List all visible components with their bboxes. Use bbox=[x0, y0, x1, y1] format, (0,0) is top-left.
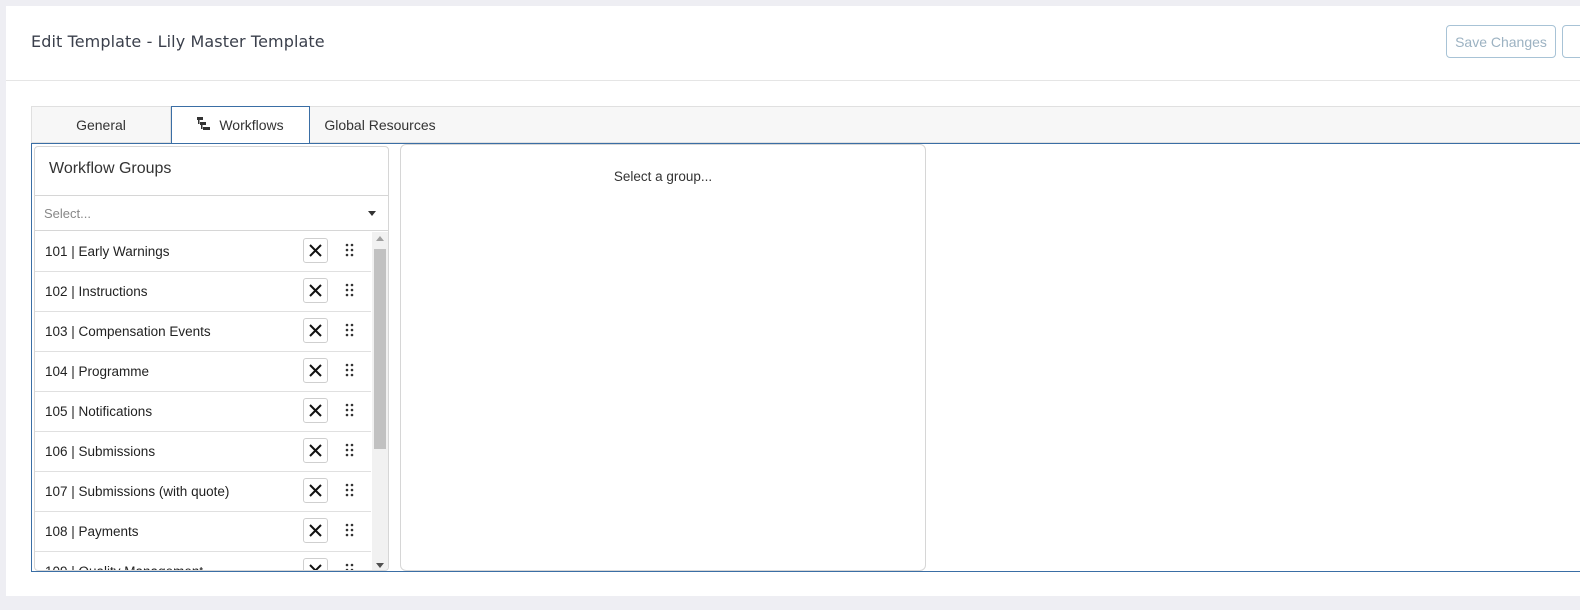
drag-handle-icon[interactable] bbox=[345, 523, 355, 537]
scroll-thumb[interactable] bbox=[374, 249, 386, 449]
close-icon bbox=[309, 444, 322, 457]
drag-handle-icon[interactable] bbox=[345, 563, 355, 570]
remove-group-button[interactable] bbox=[303, 238, 328, 263]
select-group-placeholder: Select a group... bbox=[613, 169, 713, 184]
tab-general-label: General bbox=[76, 117, 126, 133]
workflow-group-label: 105 | Notifications bbox=[45, 404, 153, 419]
remove-group-button[interactable] bbox=[303, 318, 328, 343]
drag-handle-icon[interactable] bbox=[345, 283, 355, 297]
close-icon bbox=[309, 244, 322, 257]
group-detail-panel: Select a group... bbox=[400, 144, 926, 571]
list-item[interactable]: 106 | Submissions bbox=[35, 432, 371, 472]
tab-workflows[interactable]: Workflows bbox=[171, 106, 310, 144]
caret-down-icon[interactable] bbox=[368, 211, 376, 216]
select-placeholder: Select... bbox=[44, 206, 91, 221]
workflow-group-label: 102 | Instructions bbox=[45, 284, 148, 299]
workflow-group-list: 101 | Early Warnings 102 | Instructions 10… bbox=[35, 232, 371, 570]
tab-general[interactable]: General bbox=[32, 107, 171, 144]
list-item[interactable]: 107 | Submissions (with quote) bbox=[35, 472, 371, 512]
edit-template-card: Edit Template - Lily Master Template Sav… bbox=[6, 6, 1580, 596]
drag-handle-icon[interactable] bbox=[345, 243, 355, 257]
drag-handle-icon[interactable] bbox=[345, 483, 355, 497]
tab-global-resources-label: Global Resources bbox=[324, 117, 436, 133]
scroll-up-arrow-icon[interactable] bbox=[376, 236, 384, 241]
list-item[interactable]: 103 | Compensation Events bbox=[35, 312, 371, 352]
workflow-group-select[interactable]: Select... bbox=[35, 195, 388, 231]
remove-group-button[interactable] bbox=[303, 398, 328, 423]
page-header: Edit Template - Lily Master Template Sav… bbox=[6, 6, 1580, 81]
drag-handle-icon[interactable] bbox=[345, 363, 355, 377]
remove-group-button[interactable] bbox=[303, 518, 328, 543]
drag-handle-icon[interactable] bbox=[345, 443, 355, 457]
workflow-groups-panel: Workflow Groups Select... 101 | Early Wa… bbox=[34, 146, 389, 571]
workflow-group-label: 104 | Programme bbox=[45, 364, 150, 379]
close-icon bbox=[309, 564, 322, 570]
close-icon bbox=[309, 404, 322, 417]
workflow-group-label: 108 | Payments bbox=[45, 524, 139, 539]
list-item[interactable]: 108 | Payments bbox=[35, 512, 371, 552]
more-actions-button[interactable] bbox=[1562, 25, 1580, 58]
list-scrollbar[interactable] bbox=[372, 232, 388, 570]
remove-group-button[interactable] bbox=[303, 358, 328, 383]
list-item[interactable]: 105 | Notifications bbox=[35, 392, 371, 432]
list-item[interactable]: 102 | Instructions bbox=[35, 272, 371, 312]
close-icon bbox=[309, 284, 322, 297]
tab-bar: General Workflows Global Resources bbox=[31, 106, 1580, 144]
remove-group-button[interactable] bbox=[303, 558, 328, 570]
workflow-group-label: 107 | Submissions (with quote) bbox=[45, 484, 230, 499]
remove-group-button[interactable] bbox=[303, 478, 328, 503]
close-icon bbox=[309, 524, 322, 537]
scroll-down-arrow-icon[interactable] bbox=[376, 563, 384, 568]
list-item[interactable]: 101 | Early Warnings bbox=[35, 232, 371, 272]
close-icon bbox=[309, 364, 322, 377]
drag-handle-icon[interactable] bbox=[345, 323, 355, 337]
close-icon bbox=[309, 484, 322, 497]
save-changes-button[interactable]: Save Changes bbox=[1446, 25, 1556, 58]
tab-global-resources[interactable]: Global Resources bbox=[310, 107, 450, 144]
tab-workflows-label: Workflows bbox=[219, 117, 284, 133]
remove-group-button[interactable] bbox=[303, 278, 328, 303]
workflow-group-label: 103 | Compensation Events bbox=[45, 324, 211, 339]
workflow-groups-title: Workflow Groups bbox=[49, 160, 172, 177]
drag-handle-icon[interactable] bbox=[345, 403, 355, 417]
page-title: Edit Template - Lily Master Template bbox=[31, 32, 325, 51]
list-item[interactable]: 109 | Quality Management bbox=[35, 552, 371, 570]
close-icon bbox=[309, 324, 322, 337]
workflow-group-label: 101 | Early Warnings bbox=[45, 244, 170, 259]
workflows-content: Workflow Groups Select... 101 | Early Wa… bbox=[31, 143, 1580, 572]
list-item[interactable]: 104 | Programme bbox=[35, 352, 371, 392]
workflow-group-label: 106 | Submissions bbox=[45, 444, 156, 459]
workflow-icon bbox=[197, 108, 211, 145]
remove-group-button[interactable] bbox=[303, 438, 328, 463]
workflow-group-label: 109 | Quality Management bbox=[45, 564, 203, 570]
